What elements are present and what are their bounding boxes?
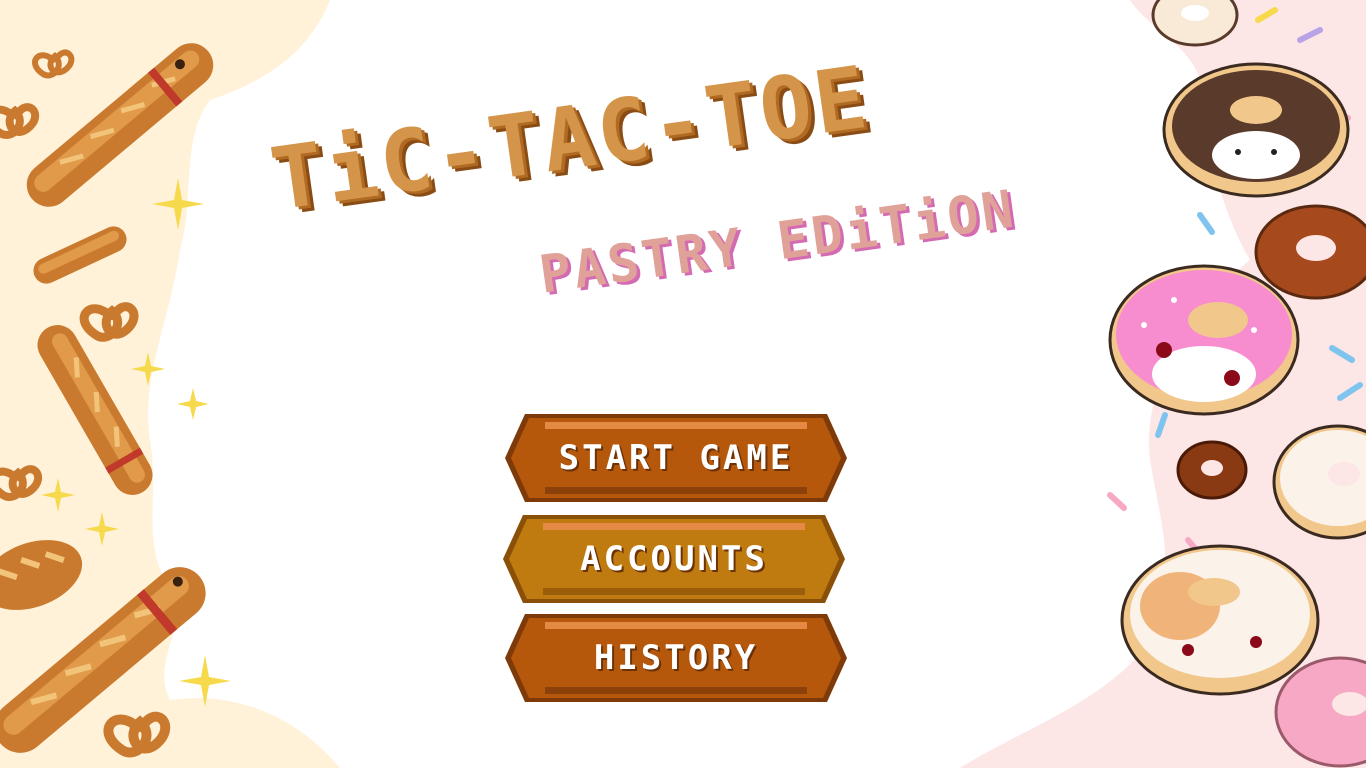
main-menu-screen: TiC-TAC-TOE PASTRY EDiTiON START GAME AC… (0, 0, 1366, 768)
history-button[interactable]: HISTORY (505, 614, 847, 702)
history-label: HISTORY (593, 638, 759, 678)
donut-icon (1254, 204, 1366, 300)
donut-icon (1176, 440, 1248, 500)
start-game-label: START GAME (558, 438, 794, 478)
accounts-label: ACCOUNTS (580, 539, 768, 579)
accounts-button[interactable]: ACCOUNTS (503, 515, 845, 603)
cat-donut-icon (1120, 544, 1320, 696)
start-game-button[interactable]: START GAME (505, 414, 847, 502)
cat-donut-icon (1108, 264, 1300, 416)
cat-donut-icon (1162, 62, 1350, 198)
